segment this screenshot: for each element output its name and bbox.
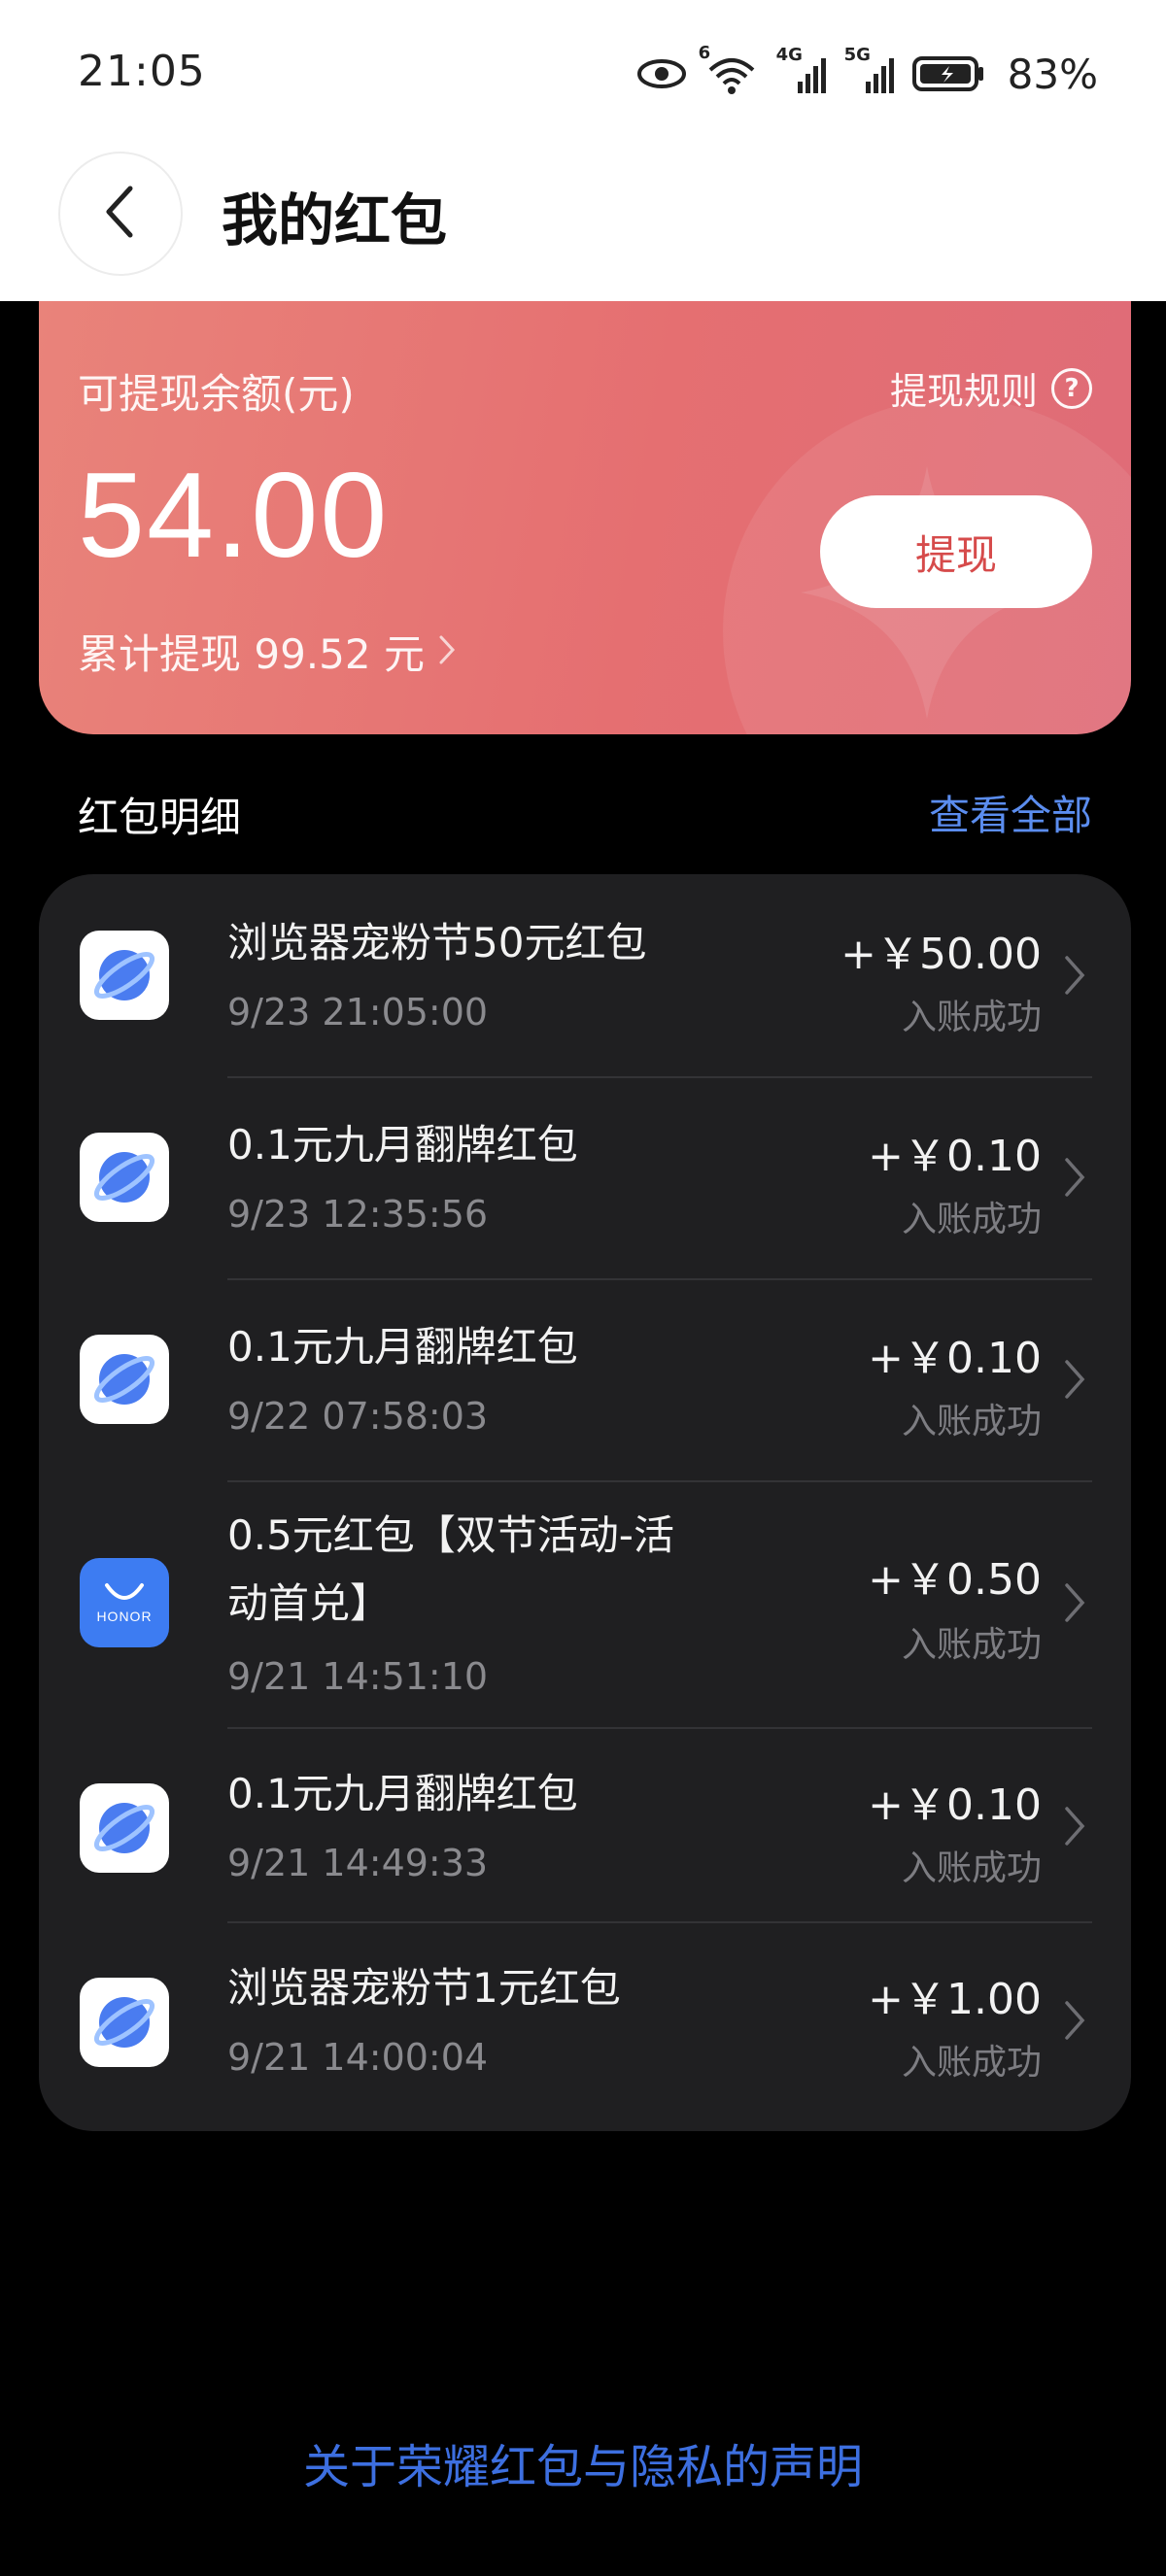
total-withdrawn-link[interactable]: 累计提现 99.52 元 xyxy=(78,622,456,681)
item-time: 9/22 07:58:03 xyxy=(227,1395,489,1438)
browser-icon xyxy=(80,931,169,1020)
net2-label: 5G xyxy=(843,45,871,65)
red-packet-list: 浏览器宠粉节50元红包 9/23 21:05:00 +￥50.00 入账成功 0… xyxy=(39,874,1131,2131)
wifi-icon: 6 xyxy=(699,43,759,95)
battery-icon xyxy=(911,54,986,93)
browser-icon xyxy=(80,1133,169,1222)
browser-icon xyxy=(80,1783,169,1873)
status-icons: 6 4G 5G 83% xyxy=(636,43,1098,103)
page-title: 我的红包 xyxy=(222,187,448,254)
chevron-right-icon xyxy=(438,627,456,675)
item-amount: +￥0.10 xyxy=(868,1780,1042,1830)
honor-label: HONOR xyxy=(96,1609,153,1624)
item-status: 入账成功 xyxy=(901,1625,1042,1665)
top-bar: 21:05 6 4G 5G 83% 我的红包 xyxy=(0,0,1166,301)
item-status: 入账成功 xyxy=(901,1848,1042,1888)
total-withdrawn-label: 累计提现 99.52 元 xyxy=(78,630,425,678)
item-amount: +￥50.00 xyxy=(840,930,1042,979)
privacy-statement-link[interactable]: 关于荣耀红包与隐私的声明 xyxy=(0,2428,1166,2496)
signal-4g-icon: 4G xyxy=(776,45,827,95)
chevron-left-icon xyxy=(101,183,140,245)
item-amount: +￥0.10 xyxy=(868,1334,1042,1383)
section-title: 红包明细 xyxy=(78,794,242,841)
net1-label: 4G xyxy=(775,45,803,65)
balance-card: 可提现余额(元) 提现规则 ? 54.00 累计提现 99.52 元 提现 xyxy=(39,301,1131,734)
item-title: 浏览器宠粉节50元红包 xyxy=(227,919,647,966)
signal-5g-icon: 5G xyxy=(844,45,895,95)
chevron-right-icon xyxy=(1065,1360,1085,1399)
list-item[interactable]: 浏览器宠粉节1元红包 9/21 14:00:04 +￥1.00 入账成功 xyxy=(39,1921,1131,2131)
chevron-right-icon xyxy=(1065,1807,1085,1846)
item-status: 入账成功 xyxy=(901,1402,1042,1441)
balance-amount: 54.00 xyxy=(78,449,390,583)
item-time: 9/21 14:51:10 xyxy=(227,1655,489,1698)
item-status: 入账成功 xyxy=(901,2043,1042,2083)
view-all-link[interactable]: 查看全部 xyxy=(929,783,1092,842)
browser-icon xyxy=(80,1335,169,1424)
withdraw-rules-link[interactable]: 提现规则 ? xyxy=(890,361,1092,415)
status-bar: 21:05 6 4G 5G 83% xyxy=(0,0,1166,146)
browser-icon xyxy=(80,1978,169,2067)
withdraw-rules-label: 提现规则 xyxy=(889,370,1038,413)
item-time: 9/23 21:05:00 xyxy=(227,991,489,1034)
chevron-right-icon xyxy=(1065,2001,1085,2040)
item-title: 浏览器宠粉节1元红包 xyxy=(227,1964,621,2012)
list-item[interactable]: HONOR 0.5元红包【双节活动-活动首兑】 9/21 14:51:10 +￥… xyxy=(39,1480,1131,1727)
item-amount: +￥0.50 xyxy=(868,1555,1042,1605)
item-title: 0.1元九月翻牌红包 xyxy=(227,1323,578,1371)
help-icon: ? xyxy=(1051,367,1092,409)
chevron-right-icon xyxy=(1065,956,1085,995)
status-time: 21:05 xyxy=(78,47,206,96)
item-amount: +￥0.10 xyxy=(868,1132,1042,1181)
battery-percent: 83% xyxy=(1007,50,1098,98)
item-time: 9/21 14:00:04 xyxy=(227,2036,489,2079)
item-title: 0.5元红包【双节活动-活动首兑】 xyxy=(227,1511,674,1627)
honor-store-icon: HONOR xyxy=(80,1558,169,1647)
header: 我的红包 xyxy=(0,146,1166,301)
balance-label: 可提现余额(元) xyxy=(78,370,355,418)
list-item[interactable]: 0.1元九月翻牌红包 9/21 14:49:33 +￥0.10 入账成功 xyxy=(39,1727,1131,1929)
wifi-badge: 6 xyxy=(698,43,711,63)
item-time: 9/23 12:35:56 xyxy=(227,1193,489,1236)
list-item[interactable]: 0.1元九月翻牌红包 9/23 12:35:56 +￥0.10 入账成功 xyxy=(39,1076,1131,1278)
eye-icon xyxy=(636,57,687,90)
chevron-right-icon xyxy=(1065,1583,1085,1622)
chevron-right-icon xyxy=(1065,1158,1085,1197)
item-title: 0.1元九月翻牌红包 xyxy=(227,1770,578,1817)
item-title: 0.1元九月翻牌红包 xyxy=(227,1121,578,1169)
back-button[interactable] xyxy=(58,152,183,276)
list-item[interactable]: 浏览器宠粉节50元红包 9/23 21:05:00 +￥50.00 入账成功 xyxy=(39,874,1131,1076)
list-item[interactable]: 0.1元九月翻牌红包 9/22 07:58:03 +￥0.10 入账成功 xyxy=(39,1278,1131,1480)
item-status: 入账成功 xyxy=(901,1200,1042,1239)
item-status: 入账成功 xyxy=(901,998,1042,1037)
item-amount: +￥1.00 xyxy=(868,1975,1042,2024)
item-time: 9/21 14:49:33 xyxy=(227,1842,489,1884)
withdraw-button[interactable]: 提现 xyxy=(820,495,1092,608)
